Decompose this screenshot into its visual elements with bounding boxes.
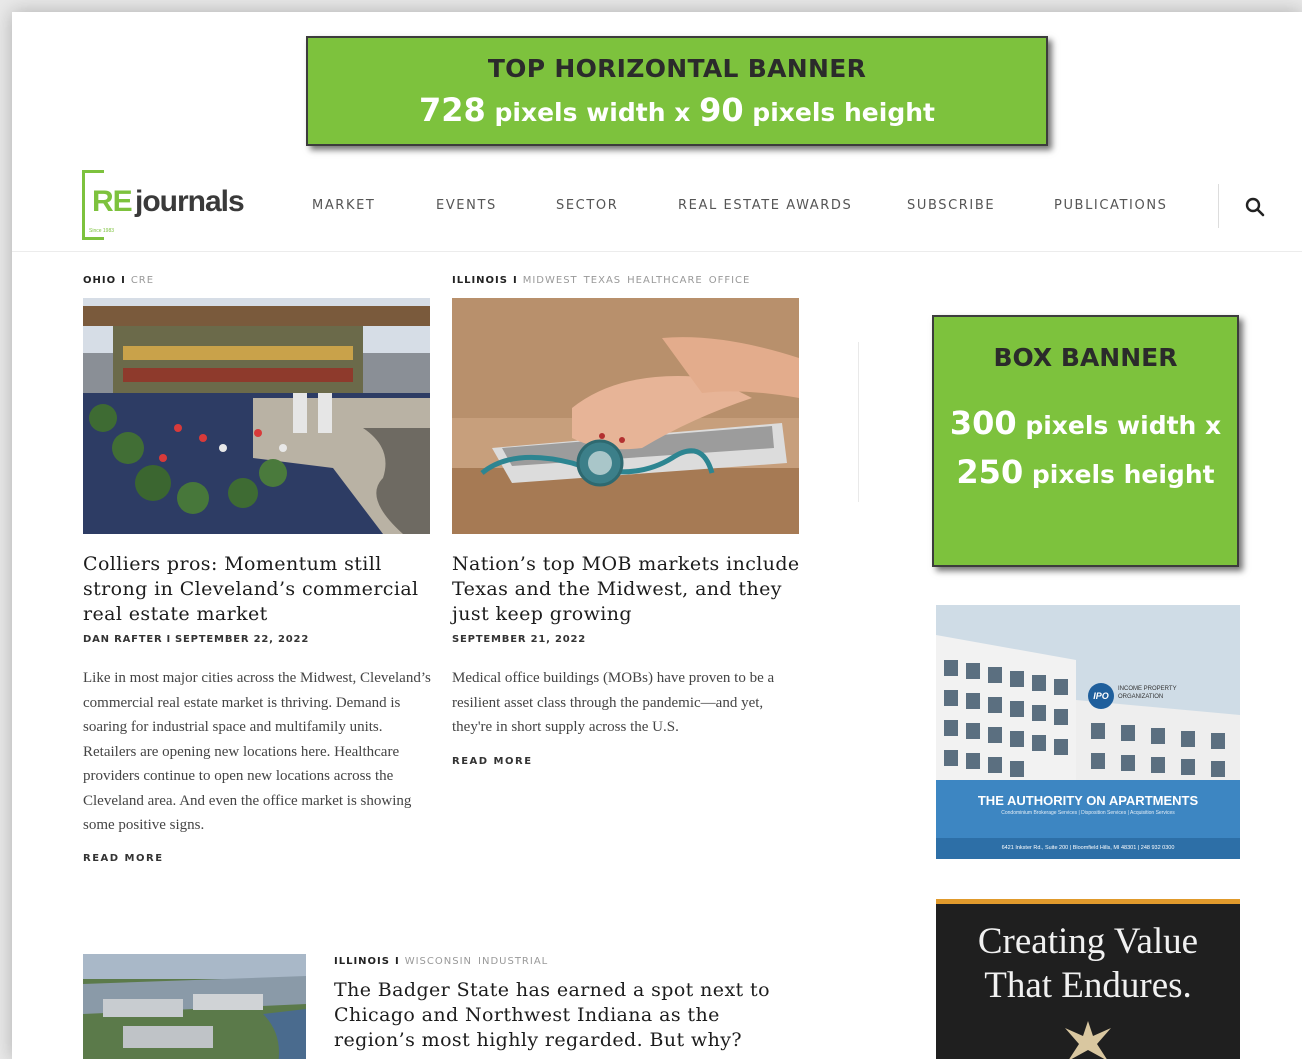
logo-re: RE: [92, 185, 133, 218]
category-separator: I: [121, 275, 126, 286]
article-category: OHIO I CRE: [83, 275, 160, 286]
article-date: SEPTEMBER 21, 2022: [452, 634, 587, 645]
site-logo[interactable]: RE journals Since 1983: [82, 170, 262, 240]
top-banner-dimensions: 728 pixels width x 90 pixels height: [308, 91, 1046, 129]
nav-divider: [1218, 184, 1219, 228]
category-tag[interactable]: WISCONSIN: [405, 956, 472, 967]
category-tag[interactable]: INDUSTRIAL: [478, 956, 548, 967]
category-tag[interactable]: MIDWEST: [523, 275, 578, 286]
ipo-address: 6421 Inkster Rd., Suite 200 | Bloomfield…: [936, 838, 1240, 859]
article-author[interactable]: DAN RAFTER: [83, 634, 163, 645]
article-image-industrial[interactable]: [83, 954, 306, 1059]
top-banner-height-text: pixels height: [743, 98, 935, 127]
article-headline[interactable]: The Badger State has earned a spot next …: [334, 978, 794, 1053]
ipo-subtitle: Condominium Brokerage Services | Disposi…: [1001, 810, 1175, 816]
article-date: SEPTEMBER 22, 2022: [175, 634, 310, 645]
top-banner-height-value: 90: [699, 91, 744, 129]
nav-item-sector[interactable]: SECTOR: [556, 198, 618, 213]
category-tag[interactable]: OFFICE: [709, 275, 751, 286]
category-separator: I: [512, 275, 518, 286]
box-banner-width-text: pixels width x: [1016, 411, 1222, 440]
nav-item-real-estate-awards[interactable]: REAL ESTATE AWARDS: [678, 198, 852, 213]
site-header: RE journals Since 1983 MARKET EVENTS SEC…: [12, 162, 1302, 252]
box-banner-width-line: 300 pixels width x: [934, 400, 1237, 449]
top-horizontal-banner[interactable]: TOP HORIZONTAL BANNER 728 pixels width x…: [306, 36, 1048, 146]
article-byline: SEPTEMBER 21, 2022: [452, 634, 586, 645]
ipo-title: THE AUTHORITY ON APARTMENTS: [977, 793, 1199, 808]
eagle-logo-icon: [1065, 1021, 1111, 1059]
top-banner-width-value: 728: [419, 91, 486, 129]
category-primary[interactable]: ILLINOIS: [452, 275, 508, 286]
byline-separator: I: [166, 634, 172, 645]
category-separator: I: [394, 956, 400, 967]
ipo-name: INCOME PROPERTY ORGANIZATION: [1118, 686, 1177, 700]
category-tag[interactable]: HEALTHCARE: [627, 275, 703, 286]
column-divider: [858, 342, 859, 502]
box-banner-height-line: 250 pixels height: [934, 449, 1237, 498]
article-excerpt: Medical office buildings (MOBs) have pro…: [452, 670, 775, 735]
category-primary[interactable]: OHIO: [83, 275, 116, 286]
nav-item-subscribe[interactable]: SUBSCRIBE: [907, 198, 995, 213]
search-icon[interactable]: [1244, 196, 1266, 218]
article-category: ILLINOIS I MIDWEST TEXAS HEALTHCARE OFFICE: [452, 275, 756, 286]
ad-line-1: Creating Value: [977, 921, 1199, 962]
category-tag[interactable]: CRE: [131, 275, 154, 286]
ad-creating-value-text: Creating Value That Endures.: [936, 920, 1240, 1008]
top-banner-width-text: pixels width x: [485, 98, 700, 127]
category-primary[interactable]: ILLINOIS: [334, 956, 390, 967]
article-byline: DAN RAFTER I SEPTEMBER 22, 2022: [83, 634, 309, 645]
box-banner-width-value: 300: [949, 404, 1017, 442]
box-banner-dimensions: 300 pixels width x 250 pixels height: [934, 400, 1237, 498]
read-more-link[interactable]: READ MORE: [83, 853, 164, 864]
logo-tagline: Since 1983: [89, 228, 115, 234]
article-excerpt: Like in most major cities across the Mid…: [83, 670, 431, 833]
ad-line-2: That Endures.: [984, 965, 1192, 1006]
ipo-logo: IPO: [1088, 683, 1114, 709]
ad-income-property[interactable]: IPO INCOME PROPERTY ORGANIZATION THE AUT…: [936, 605, 1240, 859]
ad-creating-value[interactable]: Creating Value That Endures.: [936, 899, 1240, 1059]
read-more-link[interactable]: READ MORE: [452, 756, 533, 767]
box-banner-height-text: pixels height: [1023, 460, 1215, 489]
article-image-laptop[interactable]: [452, 298, 799, 534]
article-image-atrium[interactable]: [83, 298, 430, 534]
box-banner-height-value: 250: [956, 453, 1024, 491]
nav-item-publications[interactable]: PUBLICATIONS: [1054, 198, 1168, 213]
nav-item-events[interactable]: EVENTS: [436, 198, 497, 213]
category-tag[interactable]: TEXAS: [584, 275, 621, 286]
nav-item-market[interactable]: MARKET: [312, 198, 375, 213]
page: TOP HORIZONTAL BANNER 728 pixels width x…: [12, 12, 1302, 1059]
article-category: ILLINOIS I WISCONSIN INDUSTRIAL: [334, 956, 554, 967]
box-banner-title: BOX BANNER: [993, 343, 1178, 372]
article-headline[interactable]: Colliers pros: Momentum still strong in …: [83, 552, 433, 627]
top-banner-title: TOP HORIZONTAL BANNER: [487, 54, 867, 83]
logo-journals: journals: [135, 185, 245, 218]
box-banner[interactable]: BOX BANNER 300 pixels width x 250 pixels…: [932, 315, 1239, 567]
ipo-banner-strip: [936, 780, 1240, 838]
article-headline[interactable]: Nation’s top MOB markets include Texas a…: [452, 552, 802, 627]
